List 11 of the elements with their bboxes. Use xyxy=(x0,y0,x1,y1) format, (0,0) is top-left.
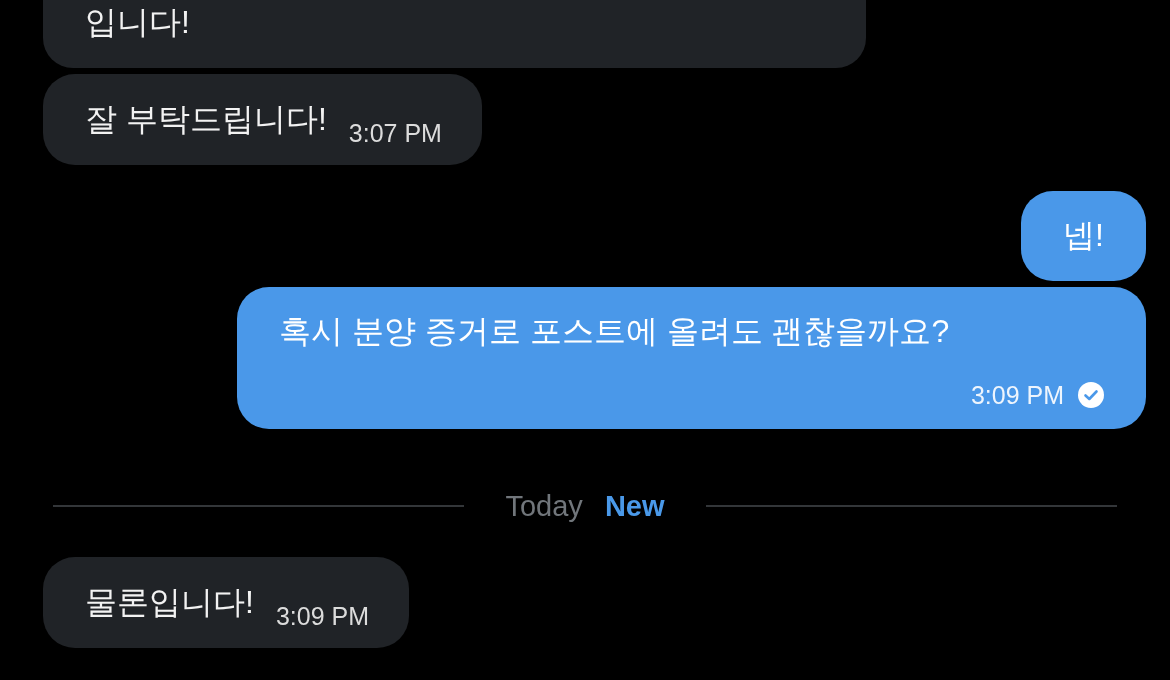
message-text: 물론입니다! xyxy=(85,583,254,622)
check-circle-icon xyxy=(1078,382,1104,408)
message-text: 입니다! xyxy=(85,3,190,42)
message-time: 3:07 PM xyxy=(348,118,442,148)
new-label: New xyxy=(604,489,665,524)
message-text: 넵! xyxy=(1063,216,1104,255)
message-time: 3:09 PM xyxy=(275,601,369,631)
message-time: 3:09 PM xyxy=(970,380,1064,410)
message-text: 잘 부탁드립니다! xyxy=(85,100,327,139)
date-label: Today xyxy=(505,489,583,524)
message-text: 혹시 분양 증거로 포스트에 올려도 괜찮을까요? xyxy=(279,312,950,351)
